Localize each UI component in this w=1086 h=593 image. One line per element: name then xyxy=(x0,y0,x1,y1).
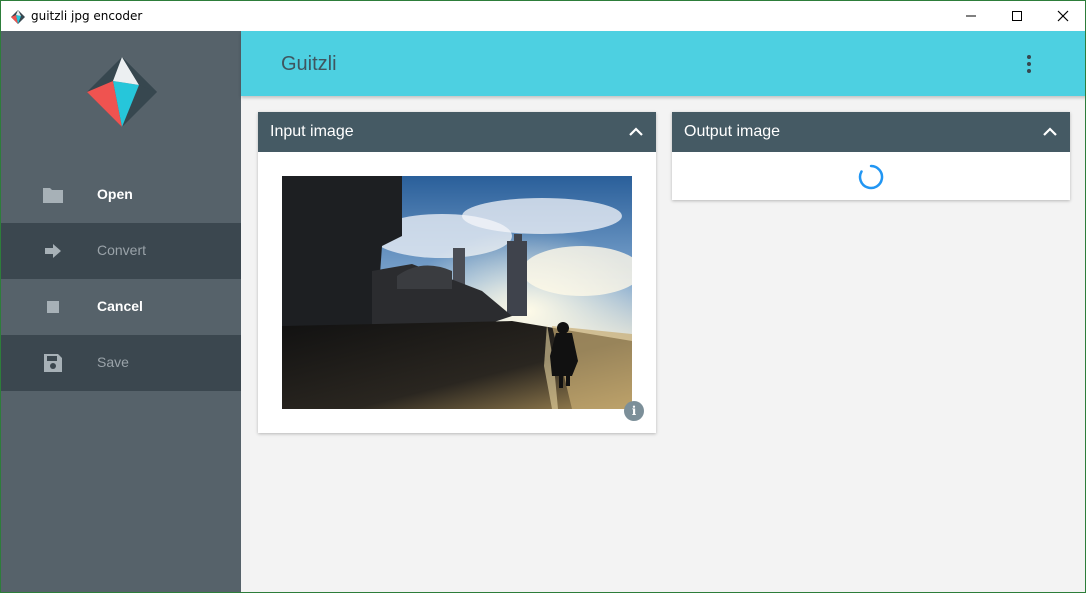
title-bar[interactable]: guitzli jpg encoder xyxy=(1,1,1085,31)
sidebar-item-label: Open xyxy=(97,186,133,202)
chevron-up-icon[interactable] xyxy=(1042,124,1058,140)
sidebar-item-open[interactable]: Open xyxy=(1,167,241,223)
maximize-button[interactable] xyxy=(994,1,1040,31)
close-button[interactable] xyxy=(1040,1,1085,31)
sidebar: Open Convert Cancel Save xyxy=(1,31,241,592)
window-title: guitzli jpg encoder xyxy=(31,9,143,23)
arrow-right-icon xyxy=(41,239,65,263)
minimize-button[interactable] xyxy=(948,1,994,31)
sidebar-item-save[interactable]: Save xyxy=(1,335,241,391)
sidebar-item-label: Convert xyxy=(97,242,147,258)
page-title: Guitzli xyxy=(281,53,337,75)
more-options-button[interactable] xyxy=(1019,51,1039,77)
stop-icon xyxy=(41,295,65,319)
app-header: Guitzli xyxy=(241,31,1085,96)
app-logo-icon xyxy=(11,10,25,24)
output-card-header[interactable]: Output image xyxy=(672,112,1070,152)
save-icon xyxy=(41,351,65,375)
more-vert-icon xyxy=(1027,69,1031,73)
chevron-up-icon[interactable] xyxy=(628,124,644,140)
output-image-card: Output image xyxy=(672,112,1070,200)
sidebar-item-cancel[interactable]: Cancel xyxy=(1,279,241,335)
card-title: Output image xyxy=(684,123,781,140)
more-vert-icon xyxy=(1027,55,1031,59)
input-image-preview xyxy=(282,176,632,409)
info-button[interactable]: i xyxy=(624,401,644,421)
sidebar-item-label: Cancel xyxy=(97,298,143,314)
more-vert-icon xyxy=(1027,62,1031,66)
app-window: guitzli jpg encoder Open Convert Cancel … xyxy=(0,0,1086,593)
minimize-icon xyxy=(966,15,976,17)
close-icon xyxy=(1057,10,1069,22)
card-title: Input image xyxy=(270,123,354,140)
folder-icon xyxy=(41,183,65,207)
input-card-header[interactable]: Input image xyxy=(258,112,656,152)
maximize-icon xyxy=(1012,11,1022,21)
loading-spinner-icon xyxy=(858,164,884,190)
sidebar-item-convert[interactable]: Convert xyxy=(1,223,241,279)
app-logo xyxy=(87,57,157,127)
sidebar-item-label: Save xyxy=(97,354,129,370)
input-image-card: Input image i xyxy=(258,112,656,433)
